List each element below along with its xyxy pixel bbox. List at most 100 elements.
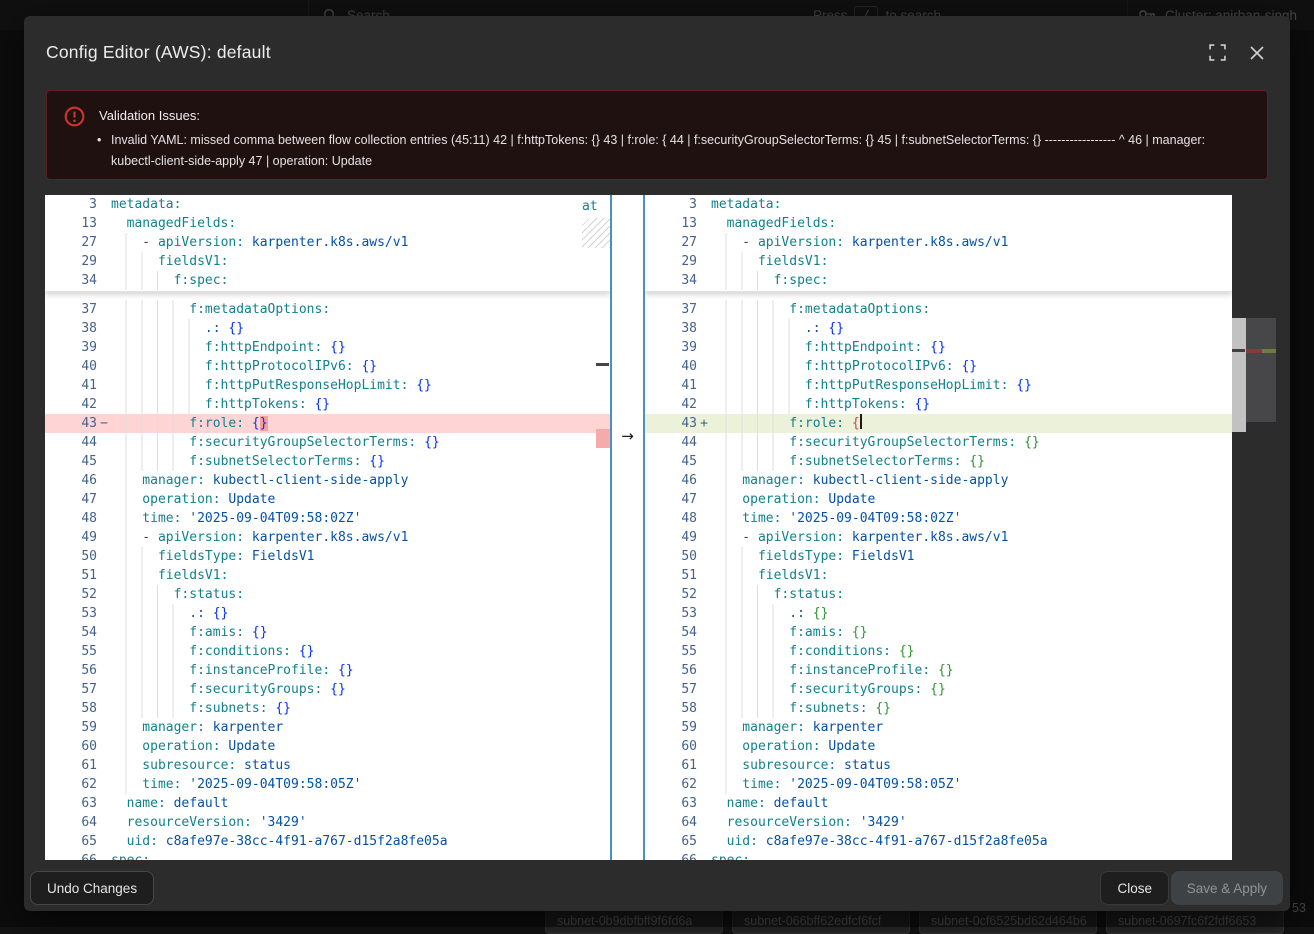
code-line-46[interactable]: 46 manager: kubectl-client-side-apply: [45, 471, 610, 490]
code-line-53[interactable]: 53 .: {}: [645, 604, 1232, 623]
code-line-41[interactable]: 41 f:httpPutResponseHopLimit: {}: [45, 376, 610, 395]
code-line-58[interactable]: 58 f:subnets: {}: [645, 699, 1232, 718]
code-line-56[interactable]: 56 f:instanceProfile: {}: [45, 661, 610, 680]
code-line-27[interactable]: 27 - apiVersion: karpenter.k8s.aws/v1: [45, 233, 610, 252]
alert-circle-icon: [64, 106, 85, 132]
code-line-50[interactable]: 50 fieldsType: FieldsV1: [645, 547, 1232, 566]
code-line-52[interactable]: 52 f:status:: [645, 585, 1232, 604]
validation-banner: Validation Issues: Invalid YAML: missed …: [46, 90, 1268, 180]
code-line-61[interactable]: 61 subresource: status: [45, 756, 610, 775]
close-icon: [1249, 45, 1265, 66]
code-line-48[interactable]: 48 time: '2025-09-04T09:58:02Z': [45, 509, 610, 528]
code-right[interactable]: 37 f:metadataOptions:38 .: {}39 f:httpEn…: [645, 292, 1232, 860]
code-line-34[interactable]: 34 f:spec:: [645, 271, 1232, 290]
code-line-29[interactable]: 29 fieldsV1:: [45, 252, 610, 271]
save-apply-button[interactable]: Save & Apply: [1171, 871, 1283, 905]
code-line-55[interactable]: 55 f:conditions: {}: [645, 642, 1232, 661]
code-line-50[interactable]: 50 fieldsType: FieldsV1: [45, 547, 610, 566]
code-line-43[interactable]: 43−f:role: {}: [45, 414, 610, 433]
code-line-37[interactable]: 37 f:metadataOptions:: [645, 300, 1232, 319]
code-line-13[interactable]: 13 managedFields:: [45, 214, 610, 233]
code-line-62[interactable]: 62 time: '2025-09-04T09:58:05Z': [645, 775, 1232, 794]
minimap-del-marker: [1246, 349, 1262, 353]
code-line-39[interactable]: 39 f:httpEndpoint: {}: [645, 338, 1232, 357]
code-line-40[interactable]: 40 f:httpProtocolIPv6: {}: [645, 357, 1232, 376]
minimap-slider[interactable]: [1246, 318, 1276, 422]
code-line-59[interactable]: 59 manager: karpenter: [45, 718, 610, 737]
code-line-49[interactable]: 49 - apiVersion: karpenter.k8s.aws/v1: [645, 528, 1232, 547]
code-line-46[interactable]: 46 manager: kubectl-client-side-apply: [645, 471, 1232, 490]
code-line-51[interactable]: 51 fieldsV1:: [45, 566, 610, 585]
code-line-47[interactable]: 47 operation: Update: [645, 490, 1232, 509]
code-line-34[interactable]: 34 f:spec:: [45, 271, 610, 290]
code-line-53[interactable]: 53 .: {}: [45, 604, 610, 623]
close-button-icon[interactable]: [1246, 44, 1268, 66]
code-line-40[interactable]: 40 f:httpProtocolIPv6: {}: [45, 357, 610, 376]
code-line-66[interactable]: 66 spec:: [45, 851, 610, 860]
code-line-62[interactable]: 62 time: '2025-09-04T09:58:05Z': [45, 775, 610, 794]
code-line-55[interactable]: 55 f:conditions: {}: [45, 642, 610, 661]
code-line-45[interactable]: 45 f:subnetSelectorTerms: {}: [45, 452, 610, 471]
code-line-38[interactable]: 38 .: {}: [45, 319, 610, 338]
code-line-48[interactable]: 48 time: '2025-09-04T09:58:02Z': [645, 509, 1232, 528]
code-line-54[interactable]: 54 f:amis: {}: [645, 623, 1232, 642]
modal-title: Config Editor (AWS): default: [46, 42, 271, 63]
fold-region-widget: at: [582, 199, 610, 248]
revert-arrow-icon[interactable]: →: [612, 427, 643, 445]
deleted-line-marker: [596, 429, 610, 448]
code-left[interactable]: 37 f:metadataOptions:38 .: {}39 f:httpEn…: [45, 292, 610, 860]
code-line-52[interactable]: 52 f:status:: [45, 585, 610, 604]
code-line-27[interactable]: 27 - apiVersion: karpenter.k8s.aws/v1: [645, 233, 1232, 252]
code-line-3[interactable]: 3 metadata:: [645, 195, 1232, 214]
code-line-3[interactable]: 3 metadata:: [45, 195, 610, 214]
code-line-54[interactable]: 54 f:amis: {}: [45, 623, 610, 642]
sticky-scroll-right[interactable]: 3 metadata:13 managedFields:27 - apiVers…: [645, 195, 1232, 292]
code-line-13[interactable]: 13 managedFields:: [645, 214, 1232, 233]
code-line-39[interactable]: 39 f:httpEndpoint: {}: [45, 338, 610, 357]
code-line-42[interactable]: 42 f:httpTokens: {}: [645, 395, 1232, 414]
diff-sash[interactable]: →: [610, 195, 645, 860]
code-line-56[interactable]: 56 f:instanceProfile: {}: [645, 661, 1232, 680]
minimap-scroll-marker: [1232, 349, 1245, 352]
validation-message: Invalid YAML: missed comma between flow …: [111, 130, 1245, 172]
close-button[interactable]: Close: [1100, 871, 1169, 905]
code-line-60[interactable]: 60 operation: Update: [45, 737, 610, 756]
code-line-45[interactable]: 45 f:subnetSelectorTerms: {}: [645, 452, 1232, 471]
diff-modified-pane[interactable]: 3 metadata:13 managedFields:27 - apiVers…: [645, 195, 1232, 860]
diff-original-pane[interactable]: 3 metadata:13 managedFields:27 - apiVers…: [45, 195, 610, 860]
code-line-60[interactable]: 60 operation: Update: [645, 737, 1232, 756]
fold-text: at: [582, 199, 598, 214]
code-line-37[interactable]: 37 f:metadataOptions:: [45, 300, 610, 319]
code-line-64[interactable]: 64 resourceVersion: '3429': [645, 813, 1232, 832]
fullscreen-button[interactable]: [1206, 44, 1228, 66]
code-line-63[interactable]: 63 name: default: [45, 794, 610, 813]
code-line-57[interactable]: 57 f:securityGroups: {}: [645, 680, 1232, 699]
code-line-29[interactable]: 29 fieldsV1:: [645, 252, 1232, 271]
code-line-66[interactable]: 66 spec:: [645, 851, 1232, 860]
config-editor-modal: Config Editor (AWS): default Validation …: [24, 16, 1290, 911]
code-line-51[interactable]: 51 fieldsV1:: [645, 566, 1232, 585]
sticky-scroll-left[interactable]: 3 metadata:13 managedFields:27 - apiVers…: [45, 195, 610, 292]
code-line-65[interactable]: 65 uid: c8afe97e-38cc-4f91-a767-d15f2a8f…: [45, 832, 610, 851]
undo-changes-button[interactable]: Undo Changes: [30, 871, 154, 905]
code-line-42[interactable]: 42 f:httpTokens: {}: [45, 395, 610, 414]
code-line-49[interactable]: 49 - apiVersion: karpenter.k8s.aws/v1: [45, 528, 610, 547]
code-line-57[interactable]: 57 f:securityGroups: {}: [45, 680, 610, 699]
code-line-64[interactable]: 64 resourceVersion: '3429': [45, 813, 610, 832]
scrollbar-slider[interactable]: [1232, 318, 1246, 432]
minimap-ins-marker: [1262, 349, 1276, 353]
code-line-44[interactable]: 44 f:securityGroupSelectorTerms: {}: [645, 433, 1232, 452]
code-line-63[interactable]: 63 name: default: [645, 794, 1232, 813]
code-line-59[interactable]: 59 manager: karpenter: [645, 718, 1232, 737]
code-line-44[interactable]: 44 f:securityGroupSelectorTerms: {}: [45, 433, 610, 452]
code-line-65[interactable]: 65 uid: c8afe97e-38cc-4f91-a767-d15f2a8f…: [645, 832, 1232, 851]
code-line-43[interactable]: 43+f:role: {: [645, 414, 1232, 433]
code-line-47[interactable]: 47 operation: Update: [45, 490, 610, 509]
validation-heading: Validation Issues:: [99, 108, 200, 123]
code-line-61[interactable]: 61 subresource: status: [645, 756, 1232, 775]
code-line-41[interactable]: 41 f:httpPutResponseHopLimit: {}: [645, 376, 1232, 395]
code-line-38[interactable]: 38 .: {}: [645, 319, 1232, 338]
fullscreen-icon: [1209, 44, 1226, 66]
code-line-58[interactable]: 58 f:subnets: {}: [45, 699, 610, 718]
overview-ruler-left[interactable]: [596, 195, 610, 860]
